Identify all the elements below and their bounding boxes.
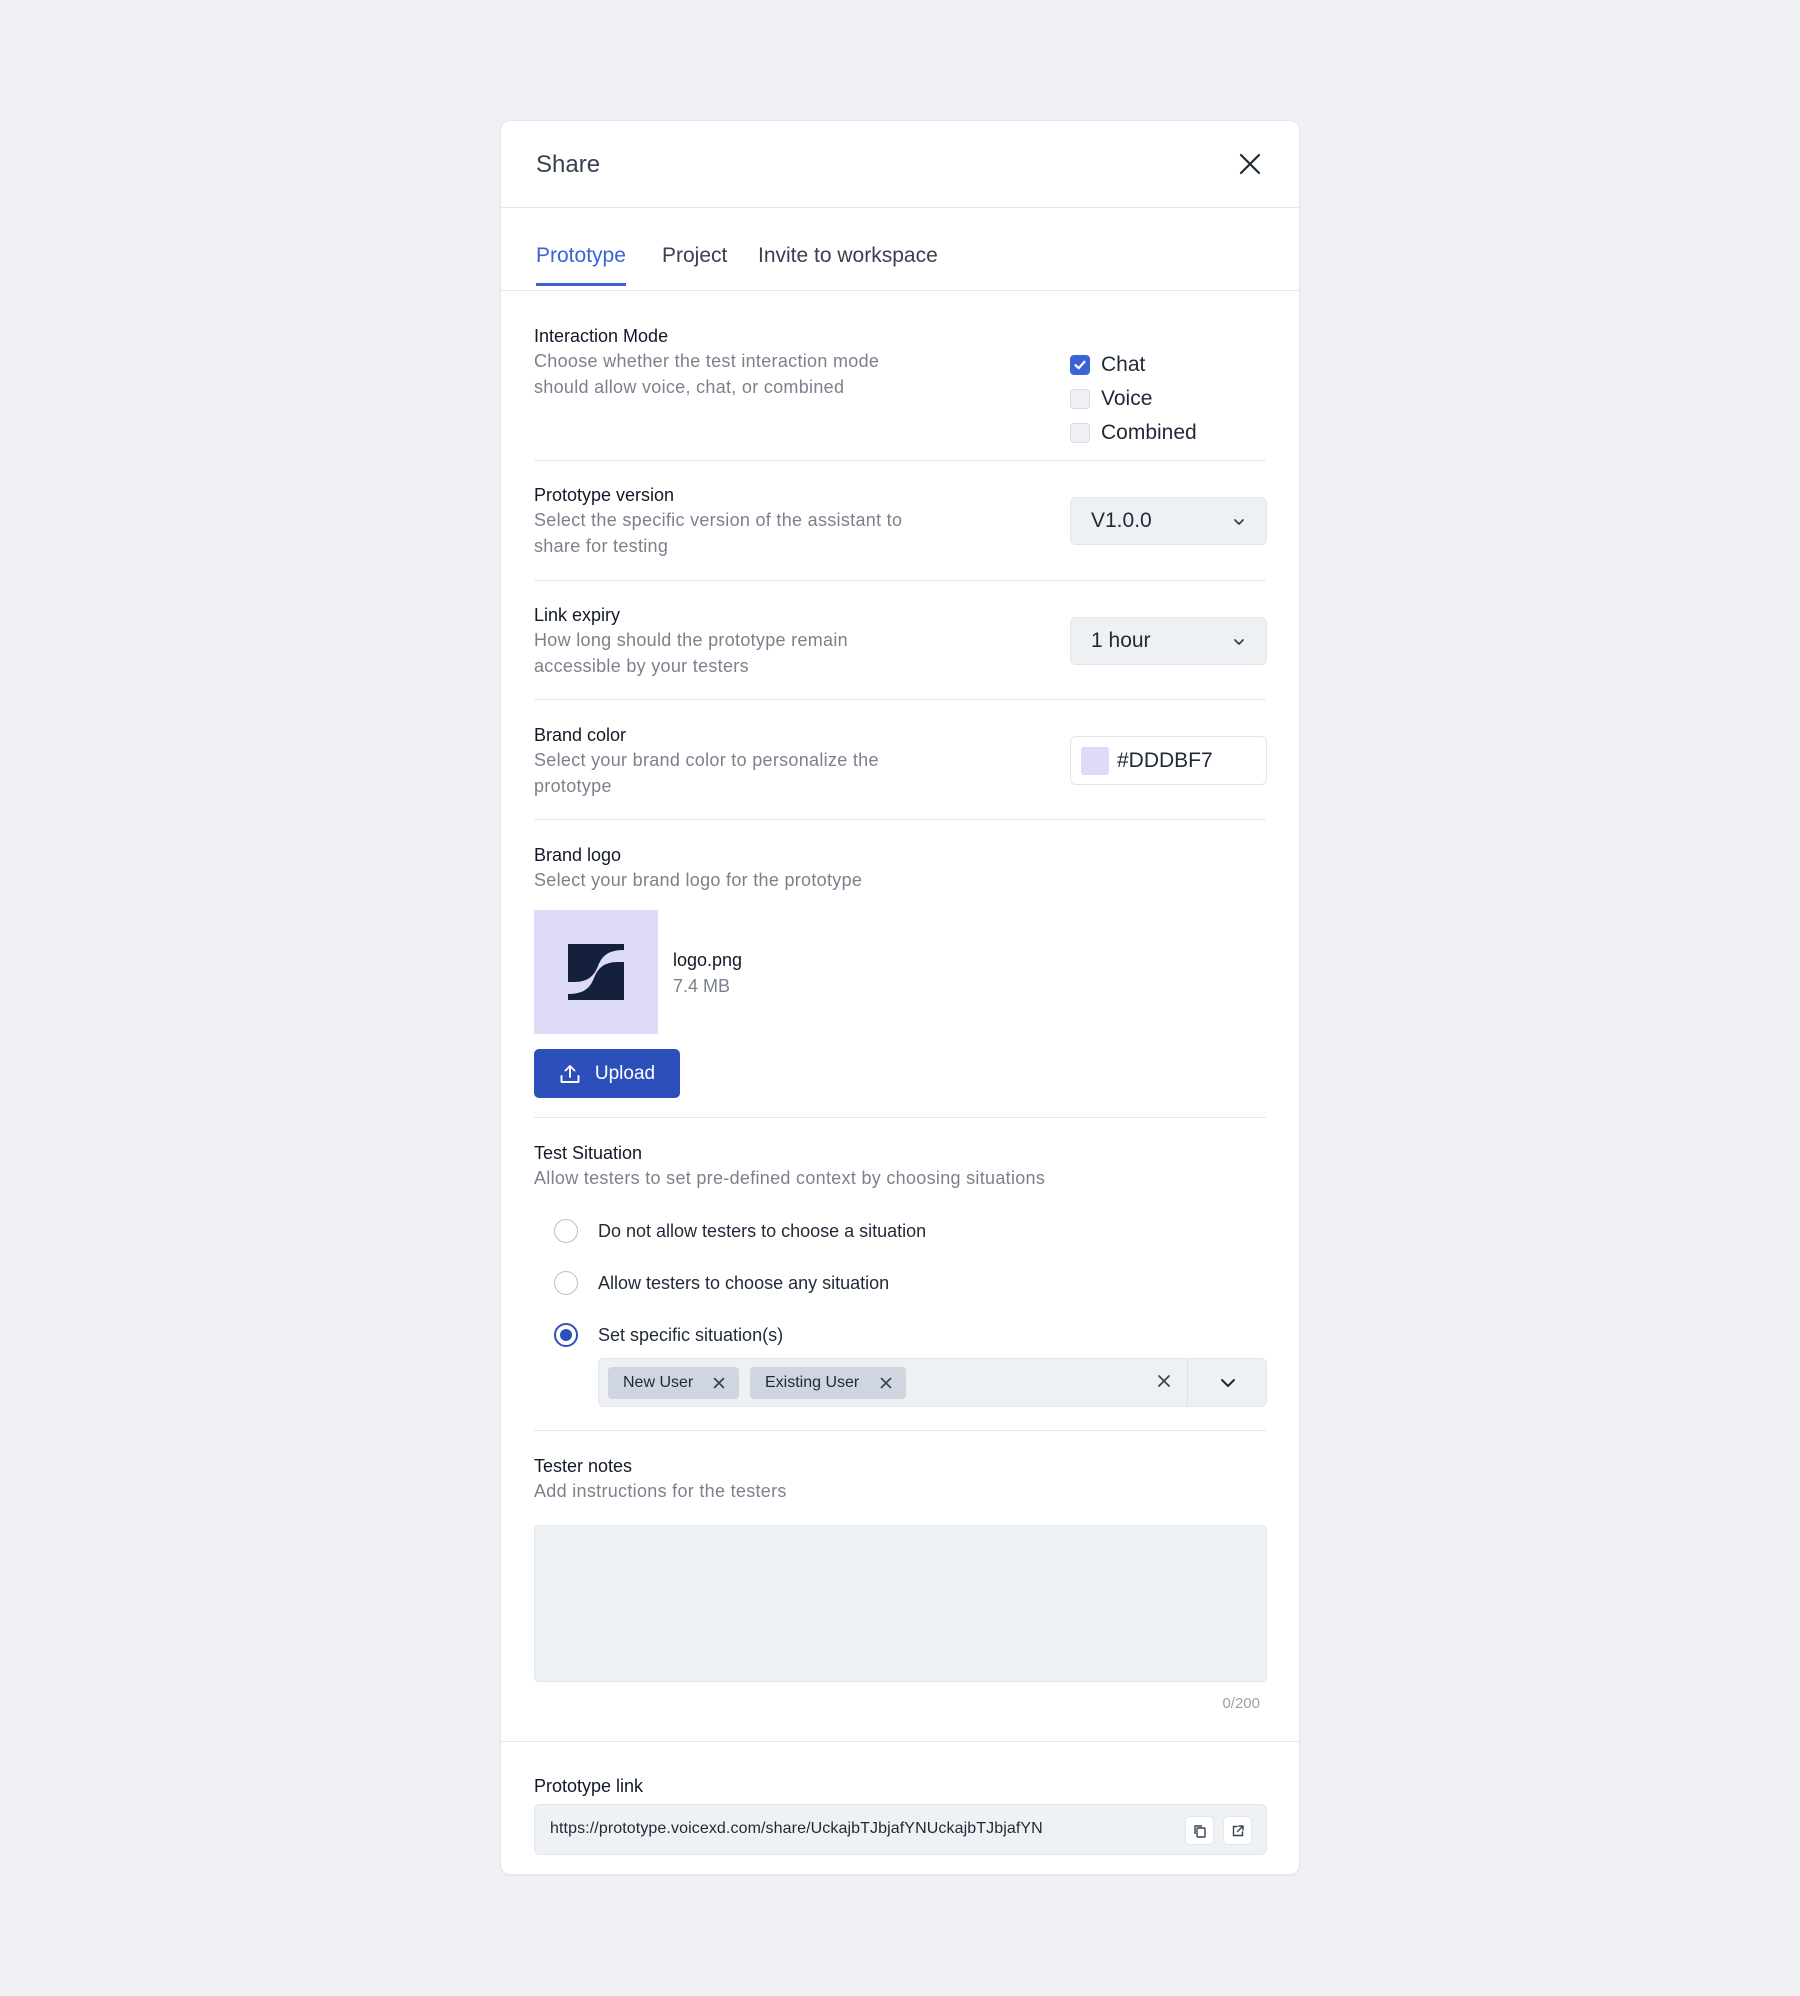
interaction-mode-description-1: Choose whether the test interaction mode xyxy=(534,351,880,371)
link-expiry-select[interactable]: 1 hour xyxy=(1070,617,1267,665)
radio-unselected-icon xyxy=(554,1271,578,1295)
chip-remove-icon[interactable] xyxy=(713,1377,725,1389)
logo-preview xyxy=(534,910,658,1034)
radio-selected-icon xyxy=(554,1323,578,1347)
link-expiry-value: 1 hour xyxy=(1091,629,1151,652)
tester-notes-description: Add instructions for the testers xyxy=(534,1481,787,1501)
modal-body: Interaction Mode Choose whether the test… xyxy=(501,291,1299,1743)
modal-title: Share xyxy=(536,151,601,178)
radio-unselected-icon xyxy=(554,1219,578,1243)
chip-remove-icon[interactable] xyxy=(880,1377,892,1389)
radio-label: Allow testers to choose any situation xyxy=(598,1272,890,1293)
checkbox-label: Chat xyxy=(1101,353,1146,376)
upload-label: Upload xyxy=(594,1062,656,1084)
copy-icon xyxy=(1193,1824,1206,1838)
prototype-link-field[interactable]: https://prototype.voicexd.com/share/Ucka… xyxy=(534,1804,1267,1855)
test-situation-section: Test Situation Allow testers to set pre-… xyxy=(534,1118,1267,1431)
tab-project[interactable]: Project xyxy=(662,244,727,286)
close-button[interactable] xyxy=(1237,151,1263,177)
prototype-version-label: Prototype version xyxy=(534,485,675,505)
test-situation-label: Test Situation xyxy=(534,1143,643,1163)
prototype-version-value: V1.0.0 xyxy=(1091,509,1152,532)
modal-header: Share xyxy=(501,121,1299,208)
checkbox-label: Voice xyxy=(1101,387,1153,410)
prototype-version-section: Prototype version Select the specific ve… xyxy=(534,461,1267,581)
chevron-down-icon xyxy=(1234,639,1244,645)
prototype-version-select[interactable]: V1.0.0 xyxy=(1070,497,1267,545)
brand-logo-section: Brand logo Select your brand logo for th… xyxy=(534,820,1266,1118)
open-link-button[interactable] xyxy=(1223,1816,1252,1845)
interaction-mode-options: Chat Voice Combined xyxy=(1070,348,1197,450)
brand-color-value: #DDDBF7 xyxy=(1117,748,1213,772)
brand-logo-description: Select your brand logo for the prototype xyxy=(534,870,863,890)
brand-color-section: Brand color Select your brand color to p… xyxy=(534,700,1267,820)
radio-set-specific[interactable]: Set specific situation(s) xyxy=(554,1323,783,1347)
interaction-mode-label: Interaction Mode xyxy=(534,326,669,346)
brand-color-input[interactable]: #DDDBF7 xyxy=(1070,736,1267,785)
radio-label: Set specific situation(s) xyxy=(598,1324,784,1345)
logo-file-name: logo.png xyxy=(673,950,743,970)
brand-color-label: Brand color xyxy=(534,725,627,745)
chevron-down-icon xyxy=(1234,519,1244,525)
checkbox-unchecked-icon xyxy=(1070,389,1090,409)
prototype-link-url[interactable]: https://prototype.voicexd.com/share/Ucka… xyxy=(550,1820,1043,1838)
brand-logo-image xyxy=(568,944,624,1000)
link-expiry-description-2: accessible by your testers xyxy=(534,656,749,676)
chevron-down-icon[interactable] xyxy=(1219,1376,1237,1390)
color-swatch[interactable] xyxy=(1081,746,1109,775)
tester-notes-section: Tester notes Add instructions for the te… xyxy=(534,1431,1267,1743)
chip-label: Existing User xyxy=(765,1374,860,1391)
share-modal: Share Prototype Project Invite to worksp… xyxy=(500,120,1300,1875)
upload-icon xyxy=(560,1064,580,1083)
brand-logo-label: Brand logo xyxy=(534,845,622,865)
chip-existing-user: Existing User xyxy=(750,1367,906,1399)
test-situation-description: Allow testers to set pre-defined context… xyxy=(534,1168,1046,1188)
link-expiry-section: Link expiry How long should the prototyp… xyxy=(534,581,1267,700)
checkbox-voice[interactable]: Voice xyxy=(1070,382,1197,416)
prototype-version-description-2: share for testing xyxy=(534,536,669,556)
tester-notes-textarea[interactable] xyxy=(534,1525,1267,1682)
prototype-version-description-1: Select the specific version of the assis… xyxy=(534,510,903,530)
situation-multiselect[interactable]: New User Existing User xyxy=(598,1358,1267,1407)
upload-button[interactable]: Upload xyxy=(534,1049,680,1098)
checkbox-chat[interactable]: Chat xyxy=(1070,348,1197,382)
radio-label: Do not allow testers to choose a situati… xyxy=(598,1220,927,1241)
link-expiry-description-1: How long should the prototype remain xyxy=(534,630,848,650)
checkbox-unchecked-icon xyxy=(1070,423,1090,443)
prototype-link-label: Prototype link xyxy=(534,1776,644,1796)
brand-color-description-2: prototype xyxy=(534,776,612,796)
copy-link-button[interactable] xyxy=(1185,1816,1214,1845)
tab-invite-to-workspace[interactable]: Invite to workspace xyxy=(758,244,938,286)
character-counter: 0/200 xyxy=(1222,1695,1260,1712)
radio-do-not-allow[interactable]: Do not allow testers to choose a situati… xyxy=(554,1219,926,1243)
tab-prototype[interactable]: Prototype xyxy=(536,244,626,286)
checkbox-combined[interactable]: Combined xyxy=(1070,416,1197,450)
radio-allow-any[interactable]: Allow testers to choose any situation xyxy=(554,1271,889,1295)
checkbox-label: Combined xyxy=(1101,421,1197,444)
external-link-icon xyxy=(1232,1824,1244,1836)
logo-file-size: 7.4 MB xyxy=(673,976,731,996)
chip-new-user: New User xyxy=(608,1367,739,1399)
link-expiry-label: Link expiry xyxy=(534,605,621,625)
close-icon xyxy=(1239,153,1261,175)
tab-bar: Prototype Project Invite to workspace xyxy=(501,208,1299,291)
clear-all-icon[interactable] xyxy=(1157,1374,1171,1388)
interaction-mode-description-2: should allow voice, chat, or combined xyxy=(534,377,845,397)
tester-notes-label: Tester notes xyxy=(534,1456,633,1476)
chip-label: New User xyxy=(623,1374,694,1391)
brand-color-description-1: Select your brand color to personalize t… xyxy=(534,750,879,770)
interaction-mode-section: Interaction Mode Choose whether the test… xyxy=(534,291,1266,461)
prototype-link-footer: Prototype link https://prototype.voicexd… xyxy=(501,1741,1299,1875)
multiselect-divider xyxy=(1187,1359,1188,1406)
checkbox-checked-icon xyxy=(1070,355,1090,375)
